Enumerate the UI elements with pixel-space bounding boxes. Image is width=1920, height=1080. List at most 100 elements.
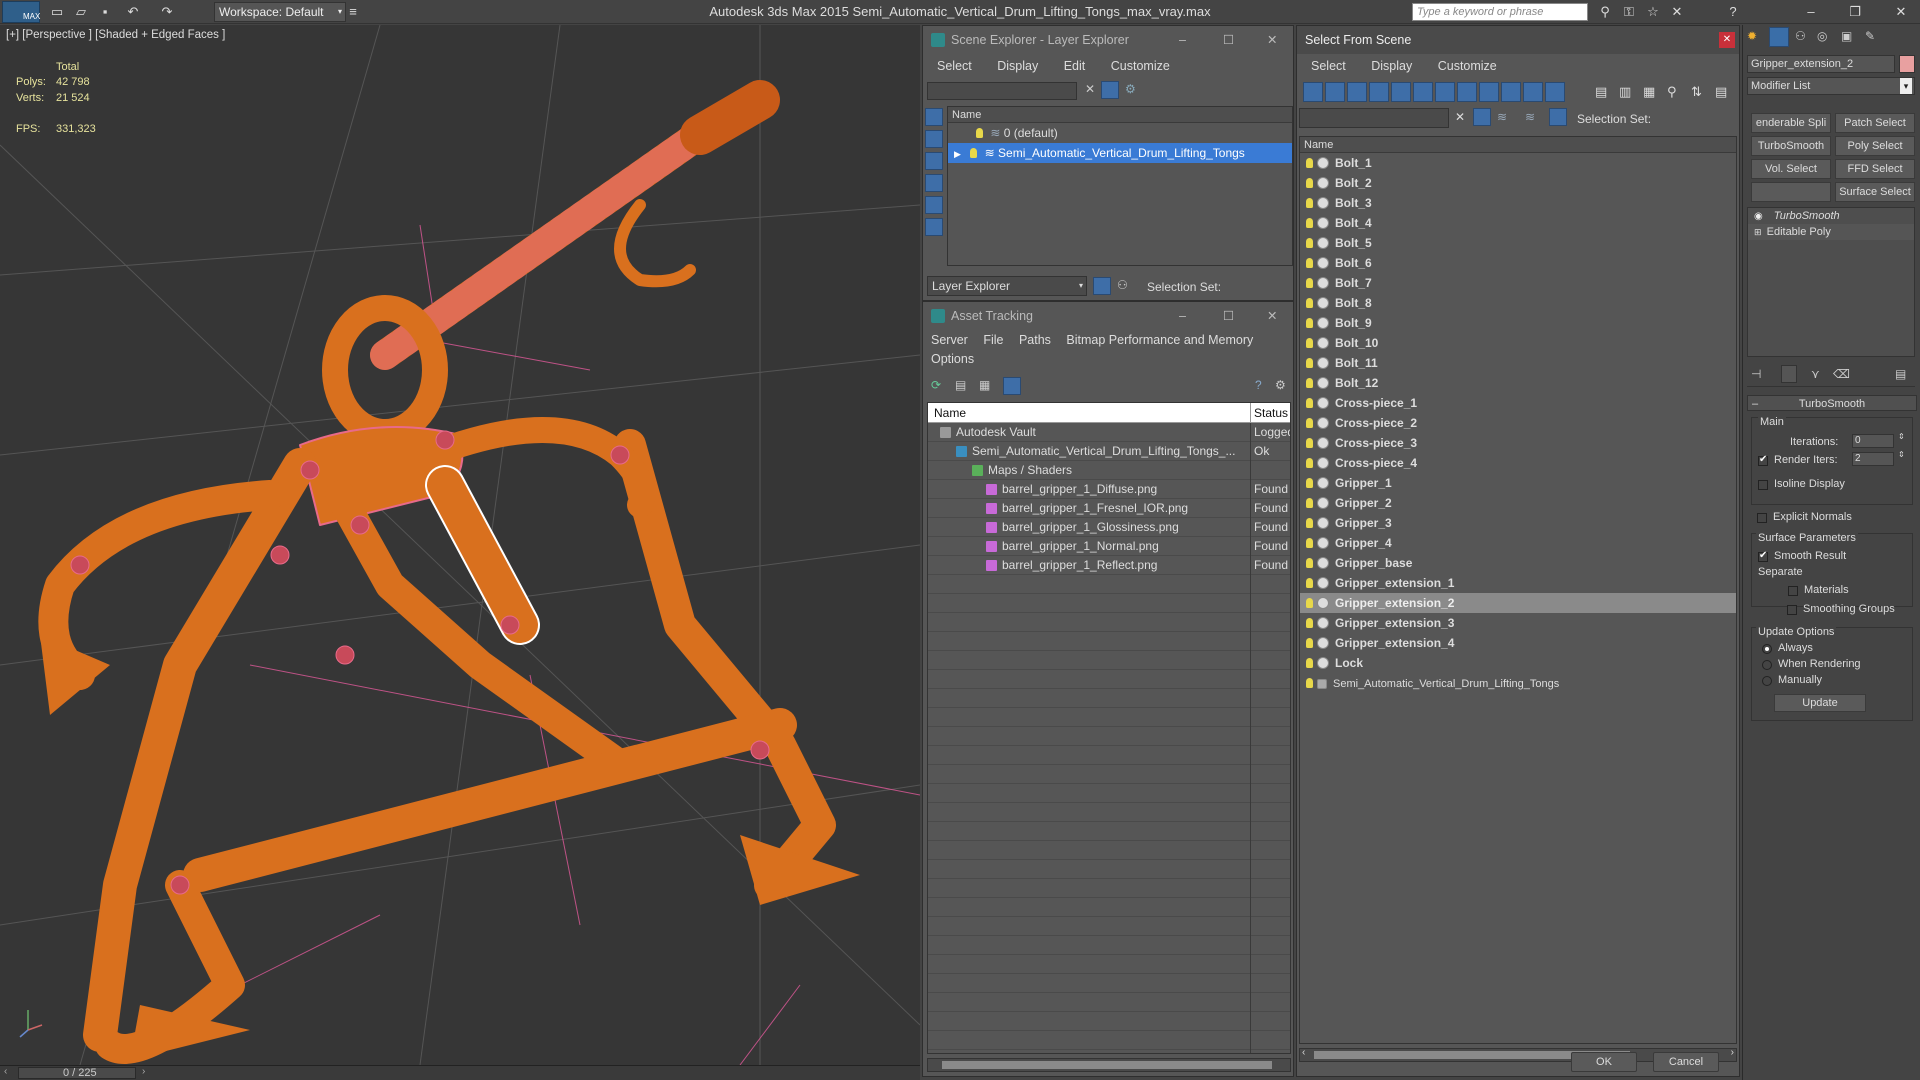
- display-geometry-icon[interactable]: [1303, 82, 1323, 102]
- modifier-button[interactable]: enderable Spli: [1751, 113, 1831, 133]
- lightbulb-icon[interactable]: [1306, 218, 1313, 228]
- asset-horizontal-scrollbar[interactable]: [927, 1058, 1291, 1072]
- save-icon[interactable]: ▪: [96, 3, 114, 21]
- scroll-left-icon[interactable]: ‹: [1302, 1047, 1305, 1058]
- make-unique-icon[interactable]: ⋎: [1811, 367, 1820, 381]
- cancel-button[interactable]: Cancel: [1653, 1052, 1719, 1072]
- smooth-result-checkbox[interactable]: [1758, 550, 1768, 562]
- scene-object-row[interactable]: Bolt_8: [1300, 293, 1736, 313]
- lightbulb-icon[interactable]: [976, 128, 983, 138]
- update-button[interactable]: Update: [1774, 694, 1866, 712]
- name-column-header[interactable]: Name: [934, 403, 966, 423]
- modify-tab-icon[interactable]: [1769, 27, 1789, 47]
- key-icon[interactable]: ⚿: [1620, 3, 1638, 21]
- lightbulb-icon[interactable]: [1306, 678, 1313, 688]
- render-iters-checkbox[interactable]: [1758, 454, 1768, 466]
- select-invert-icon[interactable]: ▦: [1643, 84, 1655, 100]
- layers-icon[interactable]: ⚙: [1125, 82, 1136, 96]
- configure-sets-icon[interactable]: ▤: [1895, 367, 1906, 381]
- lifting-tongs-model[interactable]: [38, 80, 860, 1064]
- select-all-icon[interactable]: ▤: [1595, 84, 1607, 100]
- display-bones-icon[interactable]: [1479, 82, 1499, 102]
- menu-edit[interactable]: Edit: [1064, 59, 1086, 73]
- display-lights-icon[interactable]: [925, 174, 943, 192]
- binoculars-icon[interactable]: ⚲: [1596, 3, 1614, 21]
- hierarchy-icon[interactable]: [1549, 108, 1567, 126]
- filter-options-icon[interactable]: ⚲: [1667, 84, 1677, 100]
- explorer-type-dropdown[interactable]: Layer Explorer ▾: [927, 276, 1087, 296]
- list-view-icon[interactable]: ▤: [955, 378, 966, 392]
- menu-bitmap-performance[interactable]: Bitmap Performance and Memory: [1066, 333, 1253, 347]
- iterations-spinner[interactable]: 0: [1852, 434, 1894, 448]
- lightbulb-icon[interactable]: [1306, 598, 1313, 608]
- lightbulb-icon[interactable]: [1306, 638, 1313, 648]
- layers-icon[interactable]: ≋: [1497, 110, 1507, 124]
- asset-row[interactable]: Semi_Automatic_Vertical_Drum_Lifting_Ton…: [928, 442, 1290, 461]
- scene-object-row[interactable]: Lock: [1300, 653, 1736, 673]
- modifier-button[interactable]: FFD Select: [1835, 159, 1915, 179]
- remove-modifier-icon[interactable]: ⌫: [1833, 367, 1850, 381]
- scene-object-row[interactable]: Gripper_2: [1300, 493, 1736, 513]
- lightbulb-icon[interactable]: [1306, 198, 1313, 208]
- timeline-next-icon[interactable]: ›: [142, 1066, 145, 1077]
- timeline-prev-icon[interactable]: ‹: [4, 1066, 7, 1077]
- display-spacewarps-icon[interactable]: [1413, 82, 1433, 102]
- hierarchy-tab-icon[interactable]: ⚇: [1795, 29, 1806, 43]
- menu-file[interactable]: File: [983, 333, 1003, 347]
- layer-row-tongs[interactable]: ▶ ≋ Semi_Automatic_Vertical_Drum_Lifting…: [948, 143, 1292, 163]
- layer-toggle-icon[interactable]: ≋: [1525, 110, 1535, 124]
- lightbulb-icon[interactable]: [1306, 418, 1313, 428]
- filter-icon[interactable]: [1101, 81, 1119, 99]
- scene-object-row[interactable]: Gripper_1: [1300, 473, 1736, 493]
- asset-row[interactable]: barrel_gripper_1_Fresnel_IOR.png Found: [928, 499, 1290, 518]
- lightbulb-icon[interactable]: [1306, 458, 1313, 468]
- columns-icon[interactable]: ▤: [1715, 84, 1727, 100]
- asset-row[interactable]: Maps / Shaders: [928, 461, 1290, 480]
- create-tab-icon[interactable]: ✹: [1747, 29, 1757, 43]
- always-radio[interactable]: [1762, 644, 1772, 654]
- scene-object-row[interactable]: Bolt_4: [1300, 213, 1736, 233]
- sort-icon[interactable]: ⇅: [1691, 84, 1702, 100]
- menu-server[interactable]: Server: [931, 333, 968, 347]
- display-groups-icon[interactable]: [1435, 82, 1455, 102]
- hierarchy-icon[interactable]: ⚇: [1117, 278, 1128, 292]
- display-tab-icon[interactable]: ▣: [1841, 29, 1852, 43]
- scene-object-row[interactable]: Bolt_10: [1300, 333, 1736, 353]
- close-icon[interactable]: ✕: [1267, 302, 1277, 330]
- show-end-result-icon[interactable]: [1781, 365, 1797, 383]
- close-icon[interactable]: ✕: [1719, 32, 1735, 48]
- scene-object-row[interactable]: Cross-piece_2: [1300, 413, 1736, 433]
- isoline-checkbox[interactable]: [1758, 480, 1768, 490]
- lightbulb-icon[interactable]: [1306, 338, 1313, 348]
- layer-explorer-toggle-icon[interactable]: [1093, 277, 1111, 295]
- lightbulb-icon[interactable]: [1306, 378, 1313, 388]
- scene-object-row[interactable]: Gripper_3: [1300, 513, 1736, 533]
- scene-object-row[interactable]: Gripper_base: [1300, 553, 1736, 573]
- minimize-icon[interactable]: –: [1179, 26, 1186, 54]
- display-objects-icon[interactable]: [925, 108, 943, 126]
- select-filter-input[interactable]: [1299, 108, 1449, 128]
- lightbulb-icon[interactable]: [1306, 398, 1313, 408]
- lightbulb-icon[interactable]: [1306, 618, 1313, 628]
- lightbulb-icon[interactable]: ◉: [1754, 211, 1763, 222]
- layer-row-default[interactable]: ≋ 0 (default): [948, 123, 1292, 143]
- scene-object-row[interactable]: Gripper_4: [1300, 533, 1736, 553]
- smoothing-groups-checkbox[interactable]: [1787, 605, 1797, 615]
- scene-object-row[interactable]: Semi_Automatic_Vertical_Drum_Lifting_Ton…: [1300, 673, 1736, 693]
- close-icon[interactable]: ✕: [1892, 3, 1910, 21]
- modifier-button[interactable]: Poly Select: [1835, 136, 1915, 156]
- filter-icon[interactable]: [1473, 108, 1491, 126]
- scene-explorer-titlebar[interactable]: Scene Explorer - Layer Explorer – ☐ ✕: [923, 26, 1293, 54]
- asset-row[interactable]: Autodesk Vault Logged: [928, 423, 1290, 442]
- clear-filter-icon[interactable]: ✕: [1455, 110, 1465, 124]
- scene-object-row[interactable]: Bolt_6: [1300, 253, 1736, 273]
- scene-object-row[interactable]: Bolt_5: [1300, 233, 1736, 253]
- maximize-icon[interactable]: ❐: [1846, 3, 1864, 21]
- workspace-menu-icon[interactable]: ≡: [346, 3, 360, 21]
- menu-customize[interactable]: Customize: [1111, 59, 1170, 73]
- scroll-right-icon[interactable]: ›: [1731, 1047, 1734, 1058]
- lightbulb-icon[interactable]: [1306, 298, 1313, 308]
- display-cameras-icon[interactable]: [925, 196, 943, 214]
- display-frozen-icon[interactable]: [1523, 82, 1543, 102]
- lightbulb-icon[interactable]: [1306, 278, 1313, 288]
